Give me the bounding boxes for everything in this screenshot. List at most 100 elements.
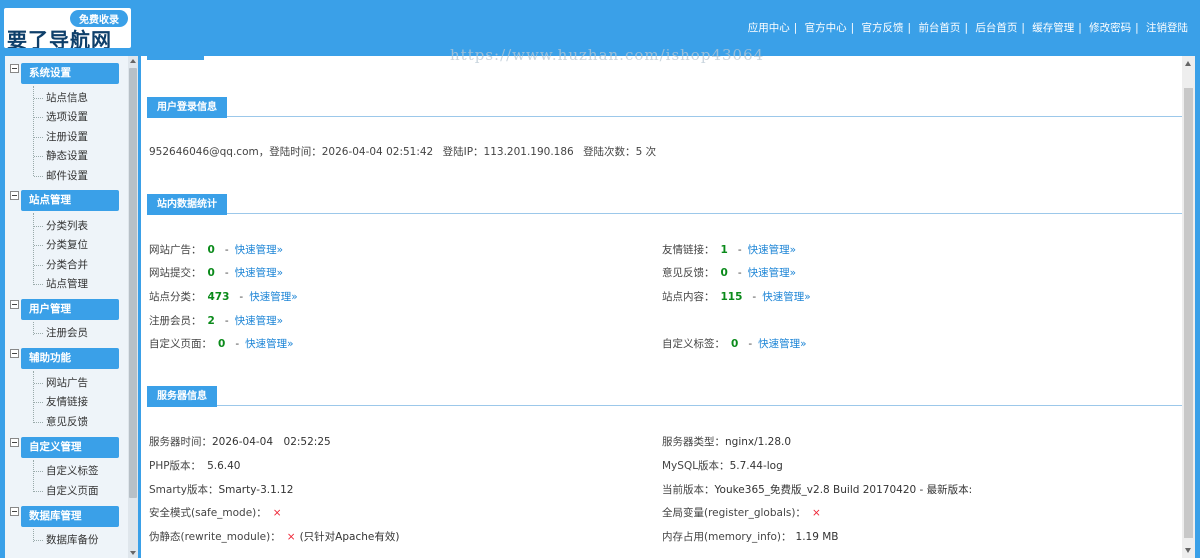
- stat-value: 0: [218, 338, 226, 350]
- server-row: MySQL版本：5.7.44-log: [662, 460, 783, 472]
- sidebar-item-custom-pages[interactable]: 自定义页面: [34, 482, 99, 501]
- sidebar-item-custom-tags[interactable]: 自定义标签: [34, 462, 99, 481]
- collapse-icon[interactable]: [10, 507, 19, 516]
- quick-manage-link[interactable]: 快速管理»: [245, 338, 293, 350]
- scroll-up-arrow-icon[interactable]: [130, 59, 136, 63]
- nav-front-home[interactable]: 前台首页: [918, 22, 960, 34]
- sidebar-item-registered-members[interactable]: 注册会员: [34, 324, 88, 343]
- login-info-line: 952646046@qq.com，登陆时间：2026-04-04 02:51:4…: [149, 146, 657, 158]
- sidebar-item-site-ads[interactable]: 网站广告: [34, 374, 88, 393]
- sidebar-item-option-settings[interactable]: 选项设置: [34, 108, 88, 127]
- nav-change-password[interactable]: 修改密码: [1089, 22, 1131, 34]
- stat-value: 0: [207, 244, 215, 256]
- nav-cache-manage[interactable]: 缓存管理: [1032, 22, 1074, 34]
- sidebar-group-database-manage[interactable]: 数据库管理: [21, 506, 119, 527]
- sidebar-item-feedback[interactable]: 意见反馈: [34, 413, 88, 432]
- quick-manage-link[interactable]: 快速管理»: [235, 244, 283, 256]
- main-scrollbar[interactable]: [1182, 56, 1195, 558]
- collapse-icon[interactable]: [10, 191, 19, 200]
- nav-logout[interactable]: 注销登陆: [1146, 22, 1188, 34]
- sidebar-item-mail-settings[interactable]: 邮件设置: [34, 167, 88, 186]
- stat-row: 自定义标签： 0- 快速管理»: [662, 338, 807, 350]
- quick-manage-link[interactable]: 快速管理»: [748, 244, 796, 256]
- sidebar-item-category-list[interactable]: 分类列表: [34, 217, 88, 236]
- stat-row: 注册会员： 2- 快速管理»: [149, 315, 284, 327]
- collapse-icon[interactable]: [10, 349, 19, 358]
- server-type: nginx/1.28.0: [725, 436, 792, 448]
- disabled-cross-icon: ×: [286, 531, 296, 543]
- nav-official-center[interactable]: 官方中心: [805, 22, 847, 34]
- login-count: 5 次: [635, 146, 657, 158]
- sidebar-group-custom-manage[interactable]: 自定义管理: [21, 437, 119, 458]
- collapse-icon[interactable]: [10, 438, 19, 447]
- server-time: 2026-04-04 02:52:25: [212, 436, 331, 448]
- php-version: 5.6.40: [207, 460, 241, 472]
- stat-value: 0: [207, 267, 215, 279]
- sidebar-item-category-merge[interactable]: 分类合并: [34, 256, 88, 275]
- server-row: 伪静态(rewrite_module)： × (只针对Apache有效): [149, 531, 400, 543]
- server-row: 安全模式(safe_mode)： ×: [149, 507, 282, 519]
- stat-row: 意见反馈： 0- 快速管理»: [662, 267, 797, 279]
- server-row: PHP版本： 5.6.40: [149, 460, 241, 472]
- logo-text: 要了导航网: [7, 28, 112, 48]
- sidebar-item-register-settings[interactable]: 注册设置: [34, 128, 88, 147]
- scrollbar-thumb[interactable]: [129, 68, 137, 498]
- stat-row: 网站提交： 0- 快速管理»: [149, 267, 284, 279]
- server-row: 服务器类型：nginx/1.28.0: [662, 436, 792, 448]
- nav-admin-home[interactable]: 后台首页: [975, 22, 1017, 34]
- server-row: 全局变量(register_globals)： ×: [662, 507, 821, 519]
- section-title: 服务器信息: [147, 386, 217, 407]
- scroll-down-arrow-icon[interactable]: [130, 551, 136, 555]
- stat-value: 0: [720, 267, 728, 279]
- main-panel: 用户登录信息 952646046@qq.com，登陆时间：2026-04-04 …: [141, 56, 1195, 558]
- sidebar-item-database-backup[interactable]: 数据库备份: [34, 531, 99, 550]
- memory-usage: 1.19 MB: [795, 531, 839, 543]
- stat-value: 1: [720, 244, 728, 256]
- section-title: 站内数据统计: [147, 194, 227, 215]
- server-row: 服务器时间：2026-04-04 02:52:25: [149, 436, 331, 448]
- quick-manage-link[interactable]: 快速管理»: [762, 291, 810, 303]
- server-row: 内存占用(memory_info)： 1.19 MB: [662, 531, 839, 543]
- sidebar-item-site-info[interactable]: 站点信息: [34, 89, 88, 108]
- scroll-up-arrow-icon[interactable]: [1185, 61, 1191, 66]
- sidebar-group-system-settings[interactable]: 系统设置: [21, 63, 119, 84]
- quick-manage-link[interactable]: 快速管理»: [235, 315, 283, 327]
- disabled-cross-icon: ×: [272, 507, 282, 519]
- sidebar-item-site-manage[interactable]: 站点管理: [34, 275, 88, 294]
- sidebar: 系统设置 站点信息 选项设置 注册设置 静态设置 邮件设置 站点管理 分类列表 …: [5, 56, 138, 558]
- sidebar-scrollbar[interactable]: [128, 56, 138, 558]
- collapse-icon[interactable]: [10, 300, 19, 309]
- sidebar-group-user-manage[interactable]: 用户管理: [21, 299, 119, 320]
- quick-manage-link[interactable]: 快速管理»: [758, 338, 806, 350]
- sidebar-item-static-settings[interactable]: 静态设置: [34, 147, 88, 166]
- stat-value: 2: [207, 315, 215, 327]
- nav-official-feedback[interactable]: 官方反馈: [862, 22, 904, 34]
- stat-row: 网站广告： 0- 快速管理»: [149, 244, 284, 256]
- mysql-version: 5.7.44-log: [729, 460, 783, 472]
- sidebar-group-site-manage[interactable]: 站点管理: [21, 190, 119, 211]
- stat-row: 站点内容： 115- 快速管理»: [662, 291, 811, 303]
- site-logo[interactable]: 免费收录 要了导航网: [4, 8, 131, 48]
- quick-manage-link[interactable]: 快速管理»: [235, 267, 283, 279]
- disabled-cross-icon: ×: [811, 507, 821, 519]
- top-nav: 应用中心 | 官方中心 | 官方反馈 | 前台首页 | 后台首页 | 缓存管理 | 修改密码…: [747, 22, 1188, 34]
- sidebar-item-category-reset[interactable]: 分类复位: [34, 236, 88, 255]
- stat-value: 473: [207, 291, 230, 303]
- quick-manage-link[interactable]: 快速管理»: [249, 291, 297, 303]
- nav-app-center[interactable]: 应用中心: [748, 22, 790, 34]
- sidebar-item-friend-links[interactable]: 友情链接: [34, 393, 88, 412]
- smarty-version: Smarty-3.1.12: [218, 484, 294, 496]
- stat-value: 0: [731, 338, 739, 350]
- scroll-down-arrow-icon[interactable]: [1185, 548, 1191, 553]
- stat-row: 站点分类： 473- 快速管理»: [149, 291, 298, 303]
- quick-manage-link[interactable]: 快速管理»: [748, 267, 796, 279]
- login-email: 952646046@qq.com: [149, 146, 259, 158]
- collapse-icon[interactable]: [10, 64, 19, 73]
- stat-row: 自定义页面： 0- 快速管理»: [149, 338, 294, 350]
- section-server-info: 服务器信息: [147, 386, 1182, 407]
- current-version: Youke365_免费版_v2.8 Build 20170420 - 最新版本:: [714, 484, 973, 496]
- login-ip: 113.201.190.186: [483, 146, 574, 158]
- sidebar-group-aux-functions[interactable]: 辅助功能: [21, 348, 119, 369]
- scrollbar-thumb[interactable]: [1184, 88, 1193, 538]
- stat-value: 115: [720, 291, 743, 303]
